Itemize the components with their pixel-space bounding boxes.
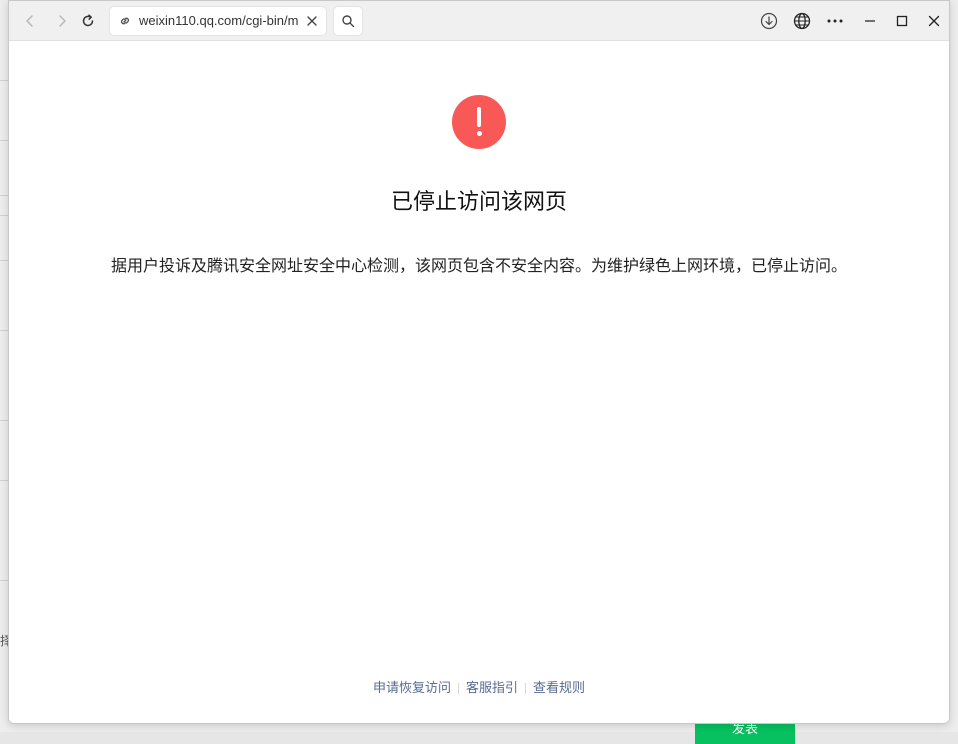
search-button[interactable] [333, 6, 363, 36]
url-text[interactable]: weixin110.qq.com/cgi-bin/m [139, 13, 299, 29]
download-icon [760, 12, 778, 30]
support-guide-link[interactable]: 客服指引 [466, 681, 518, 696]
more-button[interactable] [821, 7, 849, 35]
translate-button[interactable] [788, 7, 816, 35]
forward-icon [59, 15, 66, 27]
maximize-icon [896, 15, 908, 27]
background-side-label: 择 [0, 634, 8, 648]
reload-icon [82, 14, 94, 27]
globe-icon [793, 12, 811, 30]
minimize-icon [865, 20, 875, 22]
close-icon[interactable] [306, 15, 318, 27]
background-publish-button[interactable]: 发表 [695, 724, 795, 744]
maximize-button[interactable] [888, 7, 916, 35]
view-rules-link[interactable]: 查看规则 [533, 681, 585, 696]
close-window-button[interactable] [920, 7, 948, 35]
search-icon [342, 15, 355, 28]
more-icon [827, 19, 843, 23]
browser-toolbar: weixin110.qq.com/cgi-bin/m [9, 1, 949, 41]
download-button[interactable] [755, 7, 783, 35]
minimize-button[interactable] [856, 7, 884, 35]
address-bar[interactable]: weixin110.qq.com/cgi-bin/m [109, 6, 327, 36]
link-divider [525, 683, 526, 694]
exclamation-icon [452, 95, 506, 149]
blocked-page-content: 已停止访问该网页 据用户投诉及腾讯安全网址安全中心检测，该网页包含不安全内容。为… [9, 41, 949, 723]
reload-button[interactable] [74, 7, 102, 35]
link-icon [120, 17, 130, 25]
link-divider [457, 683, 459, 694]
page-title: 已停止访问该网页 [390, 190, 567, 215]
forward-button[interactable] [48, 7, 76, 35]
block-description: 据用户投诉及腾讯安全网址安全中心检测，该网页包含不安全内容。为维护绿色上网环境，… [110, 256, 847, 275]
close-icon [928, 15, 940, 27]
back-button[interactable] [16, 7, 44, 35]
footer-links: 申请恢复访问 客服指引 查看规则 [9, 680, 949, 698]
browser-window: weixin110.qq.com/cgi-bin/m 已停止访问该网页 据用户投… [8, 0, 950, 724]
appeal-link[interactable]: 申请恢复访问 [373, 681, 451, 696]
back-icon [26, 15, 33, 27]
